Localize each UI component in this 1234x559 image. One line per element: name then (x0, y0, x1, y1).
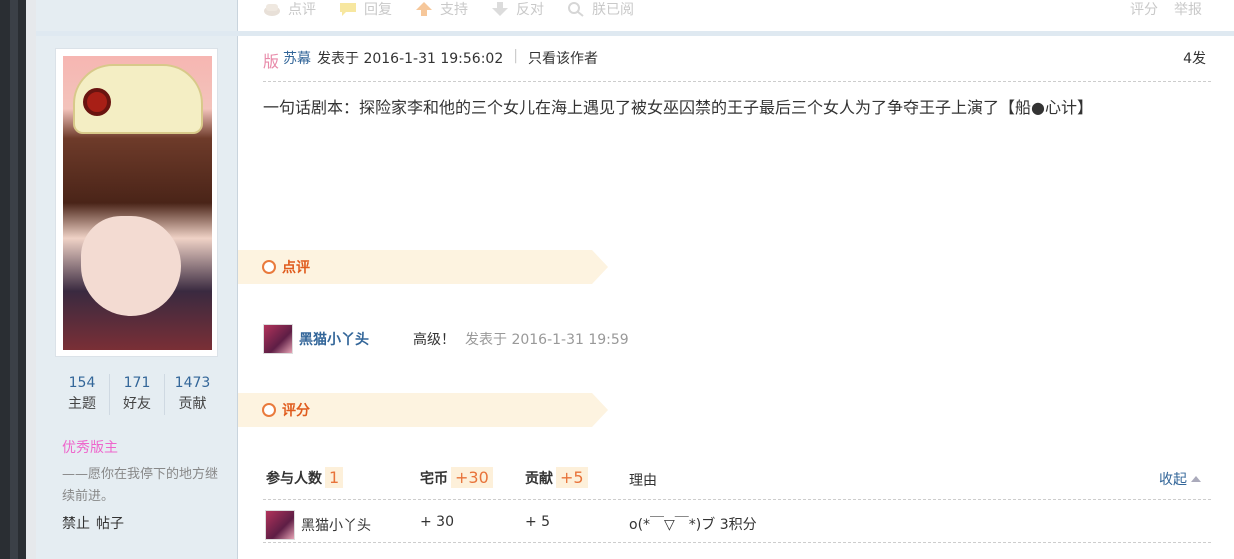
floor-number[interactable]: 4发 (1183, 48, 1206, 68)
rater-reason: o(*￣▽￣*)ブ 3积分 (629, 517, 757, 533)
comments-section-header: 点评 (238, 250, 608, 284)
rating-row: 黑猫小丫头 + 30 + 5 o(*￣▽￣*)ブ 3积分 (263, 503, 1211, 543)
user-signature: ——愿你在我停下的地方继续前进。 (62, 467, 219, 504)
rater-cell: 黑猫小丫头 (265, 510, 371, 540)
moderator-badge: 版 (263, 52, 280, 71)
commenter-name[interactable]: 黑猫小丫头 (299, 329, 413, 349)
toolbar-support[interactable]: 支持 (414, 0, 468, 19)
stat-contrib-label: 贡献 (178, 396, 207, 412)
arrow-down-icon (492, 2, 508, 16)
post-action-toolbar: 点评 回复 支持 反对 朕已阅 (262, 0, 656, 18)
forum-thread-page: 点评 回复 支持 反对 朕已阅 评分 举报 154 主题 171 好友 1473… (0, 0, 1234, 559)
participants-label: 参与人数 (266, 470, 322, 487)
stat-friends[interactable]: 171 好友 (110, 374, 165, 415)
avatar (63, 56, 212, 350)
post-body: 一句话剧本：探险家李和他的三个女儿在海上遇见了被女巫囚禁的王子最后三个女人为了争… (263, 98, 1093, 117)
coin-header: 宅币 +30 (420, 467, 493, 488)
stat-contrib[interactable]: 1473 贡献 (165, 374, 220, 415)
user-stats: 154 主题 171 好友 1473 贡献 (55, 374, 221, 415)
header-separator: | (513, 48, 518, 64)
coin-label: 宅币 (420, 470, 448, 487)
magnifier-icon (568, 2, 584, 17)
admin-links: 禁止 帖子 (62, 513, 124, 533)
toolbar-read[interactable]: 朕已阅 (566, 0, 634, 19)
toolbar-oppose[interactable]: 反对 (490, 0, 544, 19)
arrow-up-icon (416, 2, 432, 16)
toolbar-reply-label: 回复 (364, 2, 392, 18)
comments-section-title: 点评 (282, 260, 310, 276)
stat-friends-label: 好友 (123, 396, 151, 412)
toolbar-oppose-label: 反对 (516, 2, 544, 18)
rate-link[interactable]: 评分 (1130, 0, 1158, 19)
ring-icon (262, 403, 276, 417)
contrib-label: 贡献 (525, 470, 553, 487)
toolbar-support-label: 支持 (440, 2, 468, 18)
ban-link[interactable]: 禁止 (62, 513, 90, 533)
comment-text: 高级！ (413, 332, 455, 348)
rater-avatar[interactable] (265, 510, 295, 540)
collapse-label: 收起 (1159, 472, 1187, 488)
toolbar-comment[interactable]: 点评 (262, 0, 316, 19)
previous-post-sidebar (36, 0, 238, 31)
comment-cup-icon (264, 4, 280, 16)
collapse-button[interactable]: 收起 (1159, 469, 1201, 489)
rating-table-header: 参与人数 1 宅币 +30 贡献 +5 理由 收起 (263, 462, 1211, 500)
reason-header: 理由 (629, 470, 657, 490)
left-gap (26, 0, 36, 559)
toolbar-reply[interactable]: 回复 (338, 0, 392, 19)
user-avatar-frame[interactable] (55, 48, 218, 357)
comment-time: 发表于 2016-1-31 19:59 (465, 332, 629, 348)
commenter-avatar[interactable] (263, 324, 293, 354)
speech-bubble-icon (340, 3, 356, 16)
stat-friends-value: 171 (123, 375, 151, 391)
rater-name[interactable]: 黑猫小丫头 (301, 515, 371, 535)
rater-coin: + 30 (420, 514, 454, 530)
report-link[interactable]: 举报 (1174, 0, 1202, 19)
post-author[interactable]: 苏幕 (283, 48, 311, 68)
stat-topics[interactable]: 154 主题 (55, 374, 110, 415)
rater-contrib: + 5 (525, 514, 551, 530)
ring-icon (262, 260, 276, 274)
stat-contrib-value: 1473 (174, 375, 211, 391)
toolbar-read-label: 朕已阅 (592, 2, 634, 18)
coin-total: +30 (451, 467, 493, 488)
left-dark-strip (0, 0, 26, 559)
contrib-header: 贡献 +5 (525, 467, 588, 488)
user-title-badge: 优秀版主 (62, 440, 118, 456)
rating-section-header: 评分 (238, 393, 608, 427)
triangle-up-icon (1191, 476, 1201, 482)
reason-label: 理由 (629, 473, 657, 489)
stat-topics-value: 154 (68, 375, 96, 391)
post-header: 版 苏幕 发表于 2016-1-31 19:56:02 | 只看该作者 4发 (263, 48, 1211, 82)
toolbar-comment-label: 点评 (288, 2, 316, 18)
rating-section-title: 评分 (282, 403, 310, 419)
participants-count: 1 (325, 467, 344, 488)
only-author-link[interactable]: 只看该作者 (528, 48, 598, 68)
stat-topics-label: 主题 (68, 396, 96, 412)
comment-item: 黑猫小丫头 高级！ 发表于 2016-1-31 19:59 (263, 323, 1211, 355)
toolbar-right-actions: 评分 举报 (1130, 0, 1202, 18)
participants-header: 参与人数 1 (266, 467, 344, 488)
posts-link[interactable]: 帖子 (96, 513, 124, 533)
contrib-total: +5 (556, 467, 588, 488)
post-time: 发表于 2016-1-31 19:56:02 (317, 51, 504, 67)
